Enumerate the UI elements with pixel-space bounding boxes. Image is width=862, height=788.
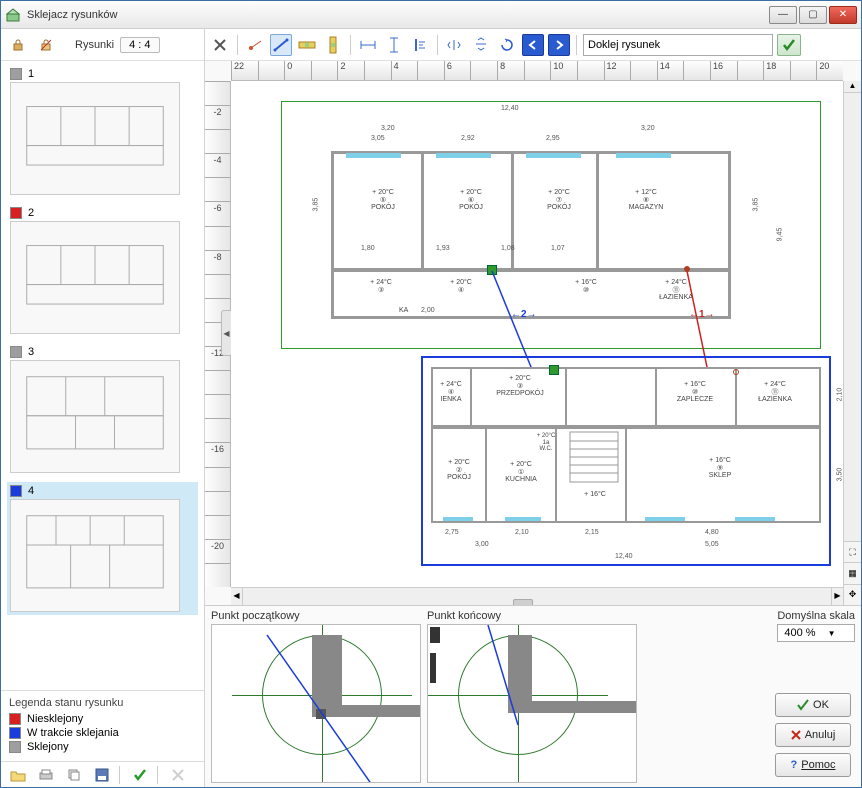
grid-icon[interactable]: ▦ [844, 562, 861, 583]
legend: Legenda stanu rysunku Niesklejony W trak… [1, 690, 204, 761]
main-area: Doklej rysunek 2202468101214161820 -2-4-… [205, 29, 861, 787]
pan-icon[interactable]: ✥ [844, 584, 861, 605]
thumb-number: 2 [28, 207, 34, 219]
ruler-horizontal: 2202468101214161820 [231, 61, 843, 81]
bottom-panel: Punkt początkowy Punkt końcowy [205, 605, 861, 787]
cancel-button[interactable]: Anuluj [775, 723, 851, 747]
thumbnail-1[interactable]: 1 [7, 65, 198, 198]
thumb-preview [10, 360, 180, 473]
status-swatch [10, 485, 22, 497]
drawing-canvas[interactable]: 12,40 3,20 3,05 2,92 2,95 3,20 [231, 81, 843, 587]
thumbnail-2[interactable]: 2 [7, 204, 198, 337]
snap-point-icon[interactable] [244, 34, 266, 56]
drawings-label: Rysunki [75, 39, 114, 51]
legend-item: Niesklejony [9, 713, 196, 725]
close-button[interactable]: ✕ [829, 6, 857, 24]
zoom-extents-icon[interactable]: ⛶ [844, 541, 861, 562]
open-icon[interactable] [7, 764, 29, 786]
drawings-count: 4 : 4 [120, 37, 159, 53]
arrow-right-icon[interactable] [548, 34, 570, 56]
titlebar: Sklejacz rysunków — ▢ ✕ [1, 1, 861, 29]
arrow-left-icon[interactable] [522, 34, 544, 56]
end-point-label: Punkt końcowy [427, 610, 637, 622]
thumb-preview [10, 221, 180, 334]
lock-icon[interactable] [7, 34, 29, 56]
status-swatch [10, 346, 22, 358]
apply-icon[interactable] [129, 764, 151, 786]
sidebar-bottom-toolbar [1, 761, 204, 787]
unlock-icon[interactable] [35, 34, 57, 56]
canvas-corner-tools: ⛶ ▦ ✥ [843, 541, 861, 605]
lower-plan: + 24°C④IENKA + 20°C③PRZEDPOKÓJ + 16°C⑩ZA… [425, 361, 827, 561]
cancel-tool-icon[interactable] [209, 34, 231, 56]
save-icon[interactable] [91, 764, 113, 786]
ok-button[interactable]: OK [775, 693, 851, 717]
scrollbar-horizontal[interactable]: ◀ ▶ [231, 587, 843, 605]
align-icon[interactable] [409, 34, 431, 56]
legend-title: Legenda stanu rysunku [9, 697, 196, 709]
scale-select[interactable]: 400 %▼ [777, 624, 855, 642]
delete-icon[interactable] [167, 764, 189, 786]
legend-item: W trakcie sklejania [9, 727, 196, 739]
thumb-number: 4 [28, 485, 34, 497]
rotate-icon[interactable] [496, 34, 518, 56]
thumbnail-3[interactable]: 3 [7, 343, 198, 476]
print-icon[interactable] [35, 764, 57, 786]
end-point-view[interactable] [427, 624, 637, 783]
main-toolbar: Doklej rysunek [205, 29, 861, 61]
status-swatch [10, 207, 22, 219]
thumb-number: 3 [28, 346, 34, 358]
level-v-icon[interactable] [322, 34, 344, 56]
legend-item: Sklejony [9, 741, 196, 753]
dialog-buttons: OK Anuluj ?Pomoc [775, 693, 851, 777]
thumb-preview [10, 82, 180, 195]
upper-plan: 12,40 3,20 3,05 2,92 2,95 3,20 [291, 111, 781, 341]
snap-line-icon[interactable] [270, 34, 292, 56]
status-swatch [10, 68, 22, 80]
dim-h-icon[interactable] [357, 34, 379, 56]
confirm-button[interactable] [777, 34, 801, 56]
thumb-number: 1 [28, 68, 34, 80]
sidebar: Rysunki 4 : 4 1 2 3 [1, 29, 205, 787]
app-window: Sklejacz rysunków — ▢ ✕ Rysunki 4 : 4 1 [0, 0, 862, 788]
thumb-preview [10, 499, 180, 612]
level-h-icon[interactable] [296, 34, 318, 56]
copy-icon[interactable] [63, 764, 85, 786]
scale-label: Domyślna skala [777, 610, 855, 622]
app-icon [5, 7, 21, 23]
thumbnail-list: 1 2 3 4 [1, 61, 204, 690]
mirror-h-icon[interactable] [444, 34, 466, 56]
collapse-handle[interactable]: ◀ [221, 310, 231, 356]
start-point-view[interactable] [211, 624, 421, 783]
help-button[interactable]: ?Pomoc [775, 753, 851, 777]
dim-v-icon[interactable] [383, 34, 405, 56]
canvas-container: 2202468101214161820 -2-4-6-8-12-16-20 ◀ … [205, 61, 861, 605]
scrollbar-vertical[interactable]: ▲ [843, 81, 861, 587]
sidebar-toolbar: Rysunki 4 : 4 [1, 29, 204, 61]
minimize-button[interactable]: — [769, 6, 797, 24]
mirror-v-icon[interactable] [470, 34, 492, 56]
window-title: Sklejacz rysunków [27, 9, 769, 21]
thumbnail-4[interactable]: 4 [7, 482, 198, 615]
maximize-button[interactable]: ▢ [799, 6, 827, 24]
action-combo[interactable]: Doklej rysunek [583, 34, 773, 56]
start-point-label: Punkt początkowy [211, 610, 421, 622]
